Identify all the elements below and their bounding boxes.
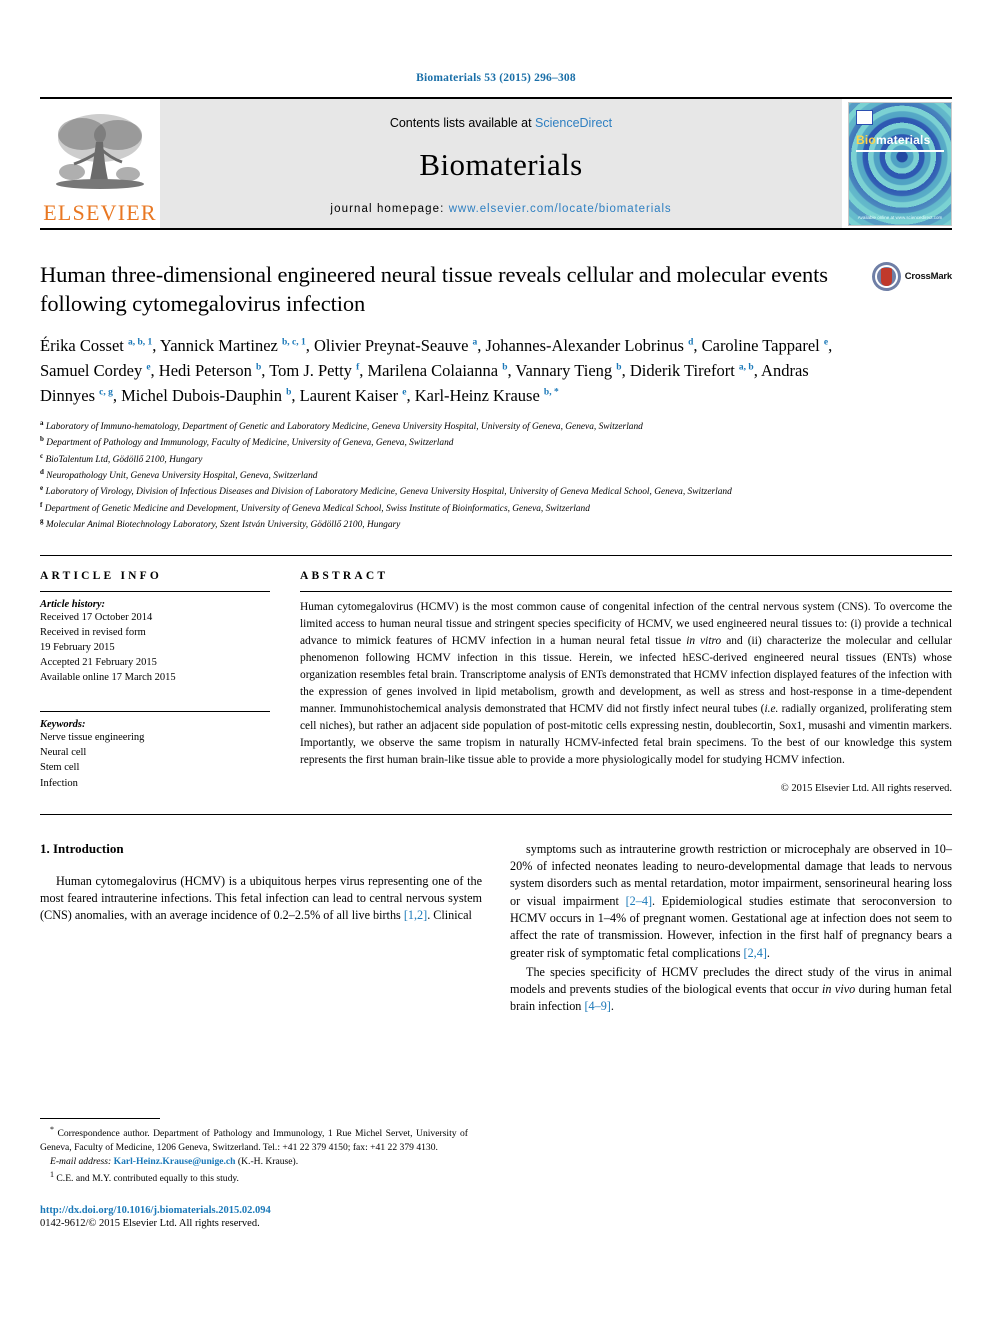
crossmark-label: CrossMark (904, 271, 953, 282)
section-divider (40, 813, 952, 815)
footnote-email[interactable]: E-mail address: Karl-Heinz.Krause@unige.… (40, 1155, 468, 1169)
introduction-heading: 1. Introduction (40, 840, 124, 856)
cover-footer-text: Available online at www.sciencedirect.co… (857, 214, 943, 220)
abstract-text: Human cytomegalovirus (HCMV) is the most… (300, 600, 952, 766)
footnote-rule (40, 1118, 160, 1119)
issn-copyright-line: 0142-9612/© 2015 Elsevier Ltd. All right… (40, 1218, 260, 1229)
elsevier-tree-icon (48, 108, 152, 200)
affiliation-marker-g: g (40, 517, 44, 526)
cover-title: Biomaterials (856, 133, 930, 147)
journal-cover-thumbnail: Biomaterials Available online at www.sci… (848, 101, 952, 226)
author-list: Érika Cosset a, b, 1, Yannick Martinez b… (40, 335, 833, 405)
doi-block: http://dx.doi.org/10.1016/j.biomaterials… (40, 1205, 480, 1229)
keyword-item: Nerve tissue engineering (40, 732, 145, 744)
keywords-block: Keywords: Nerve tissue engineering Neura… (40, 711, 270, 790)
keyword-item: Neural cell (40, 747, 87, 759)
affiliation-text-d: Neuropathology Unit, Geneva University H… (46, 471, 318, 482)
keywords-rule (40, 711, 270, 713)
masthead-center: Contents lists available at ScienceDirec… (160, 99, 842, 228)
history-revised-date: 19 February 2015 (40, 641, 115, 653)
affiliation-c: c BioTalentum Ltd, Gödöllő 2100, Hungary (40, 451, 952, 467)
article-info-column: ARTICLE INFO Article history: Received 1… (40, 570, 292, 794)
affiliation-marker-c: c (40, 451, 44, 460)
affiliation-d: d Neuropathology Unit, Geneva University… (40, 467, 952, 483)
affiliation-text-g: Molecular Animal Biotechnology Laborator… (45, 520, 401, 531)
intro-paragraph-right-2: The species specificity of HCMV preclude… (510, 964, 953, 1014)
intro-paragraph-left: Human cytomegalovirus (HCMV) is a ubiqui… (40, 873, 482, 923)
footnote-equal-contribution: 1 C.E. and M.Y. contributed equally to t… (50, 1169, 239, 1185)
doi-link[interactable]: http://dx.doi.org/10.1016/j.biomaterials… (40, 1205, 480, 1216)
cover-title-bold: Bio (856, 132, 876, 147)
affiliation-f: f Department of Genetic Medicine and Dev… (40, 500, 952, 516)
affiliation-b: b Department of Pathology and Immunology… (40, 434, 952, 450)
affiliation-text-b: Department of Pathology and Immunology, … (46, 438, 454, 449)
affiliation-marker-a: a (40, 418, 44, 427)
abstract-copyright: © 2015 Elsevier Ltd. All rights reserved… (780, 782, 952, 794)
info-abstract-section: ARTICLE INFO Article history: Received 1… (40, 554, 952, 794)
page-title: Human three-dimensional engineered neura… (40, 262, 828, 317)
journal-homepage-link[interactable]: www.elsevier.com/locate/biomaterials (449, 203, 672, 215)
keyword-item: Infection (40, 777, 78, 789)
journal-homepage-line: journal homepage: www.elsevier.com/locat… (330, 203, 671, 215)
footnote-area: * Correspondence author. Department of P… (40, 1118, 468, 1186)
affiliation-marker-e: e (40, 484, 44, 493)
history-revised-label: Received in revised form (40, 626, 146, 638)
running-head: Biomaterials 53 (2015) 296–308 (416, 72, 576, 84)
affiliation-a: a Laboratory of Immuno-hematology, Depar… (40, 418, 952, 434)
crossmark-badge[interactable]: CrossMark (856, 260, 952, 319)
history-accepted: Accepted 21 February 2015 (40, 657, 157, 669)
crossmark-icon (871, 262, 901, 291)
elsevier-logo: ELSEVIER (40, 99, 160, 228)
title-left: Human three-dimensional engineered neura… (40, 260, 856, 319)
elsevier-wordmark: ELSEVIER (43, 200, 157, 225)
cover-title-rest: materials (875, 132, 931, 147)
history-online: Available online 17 March 2015 (40, 672, 176, 684)
article-history-label: Article history: (40, 598, 106, 610)
affiliation-text-e: Laboratory of Virology, Division of Infe… (45, 487, 732, 498)
abstract-heading: ABSTRACT (300, 569, 389, 582)
abstract-column: ABSTRACT Human cytomegalovirus (HCMV) is… (292, 570, 952, 794)
homepage-prefix: journal homepage: (330, 203, 449, 215)
body-columns: 1. Introduction Human cytomegalovirus (H… (40, 841, 952, 1018)
article-info-heading: ARTICLE INFO (40, 569, 163, 582)
affiliation-marker-f: f (40, 500, 43, 509)
cover-logo-box (856, 109, 873, 125)
keyword-item: Stem cell (40, 762, 80, 774)
affiliation-text-c: BioTalentum Ltd, Gödöllő 2100, Hungary (45, 454, 203, 465)
abstract-rule (300, 590, 952, 592)
keywords-label: Keywords: (40, 719, 86, 731)
sciencedirect-link[interactable]: ScienceDirect (535, 116, 612, 130)
crossmark-inner: CrossMark (871, 262, 953, 291)
contents-prefix: Contents lists available at (389, 116, 536, 130)
affiliation-text-a: Laboratory of Immuno-hematology, Departm… (45, 421, 643, 432)
affiliation-marker-b: b (40, 435, 44, 444)
contents-available-line: Contents lists available at ScienceDirec… (390, 116, 612, 130)
cover-underline (856, 149, 944, 152)
body-column-left: 1. Introduction Human cytomegalovirus (H… (40, 841, 482, 1018)
article-info-rule (40, 590, 270, 592)
body-column-right: symptoms such as intrauterine growth res… (510, 841, 952, 1018)
affiliation-list: a Laboratory of Immuno-hematology, Depar… (40, 418, 952, 533)
footnote-correspondence: * Correspondence author. Department of P… (40, 1125, 468, 1154)
intro-paragraph-right-1: symptoms such as intrauterine growth res… (510, 841, 952, 960)
affiliation-e: e Laboratory of Virology, Division of In… (40, 483, 952, 499)
history-received: Received 17 October 2014 (40, 611, 153, 623)
affiliation-text-f: Department of Genetic Medicine and Devel… (44, 503, 590, 514)
journal-title: Biomaterials (419, 147, 583, 182)
article-page: Biomaterials 53 (2015) 296–308 ELSEVIER … (0, 0, 992, 1323)
affiliation-marker-d: d (40, 468, 44, 476)
affiliation-g: g Molecular Animal Biotechnology Laborat… (40, 516, 952, 532)
journal-masthead: ELSEVIER Contents lists available at Sci… (40, 97, 952, 228)
title-block: Human three-dimensional engineered neura… (40, 230, 952, 319)
